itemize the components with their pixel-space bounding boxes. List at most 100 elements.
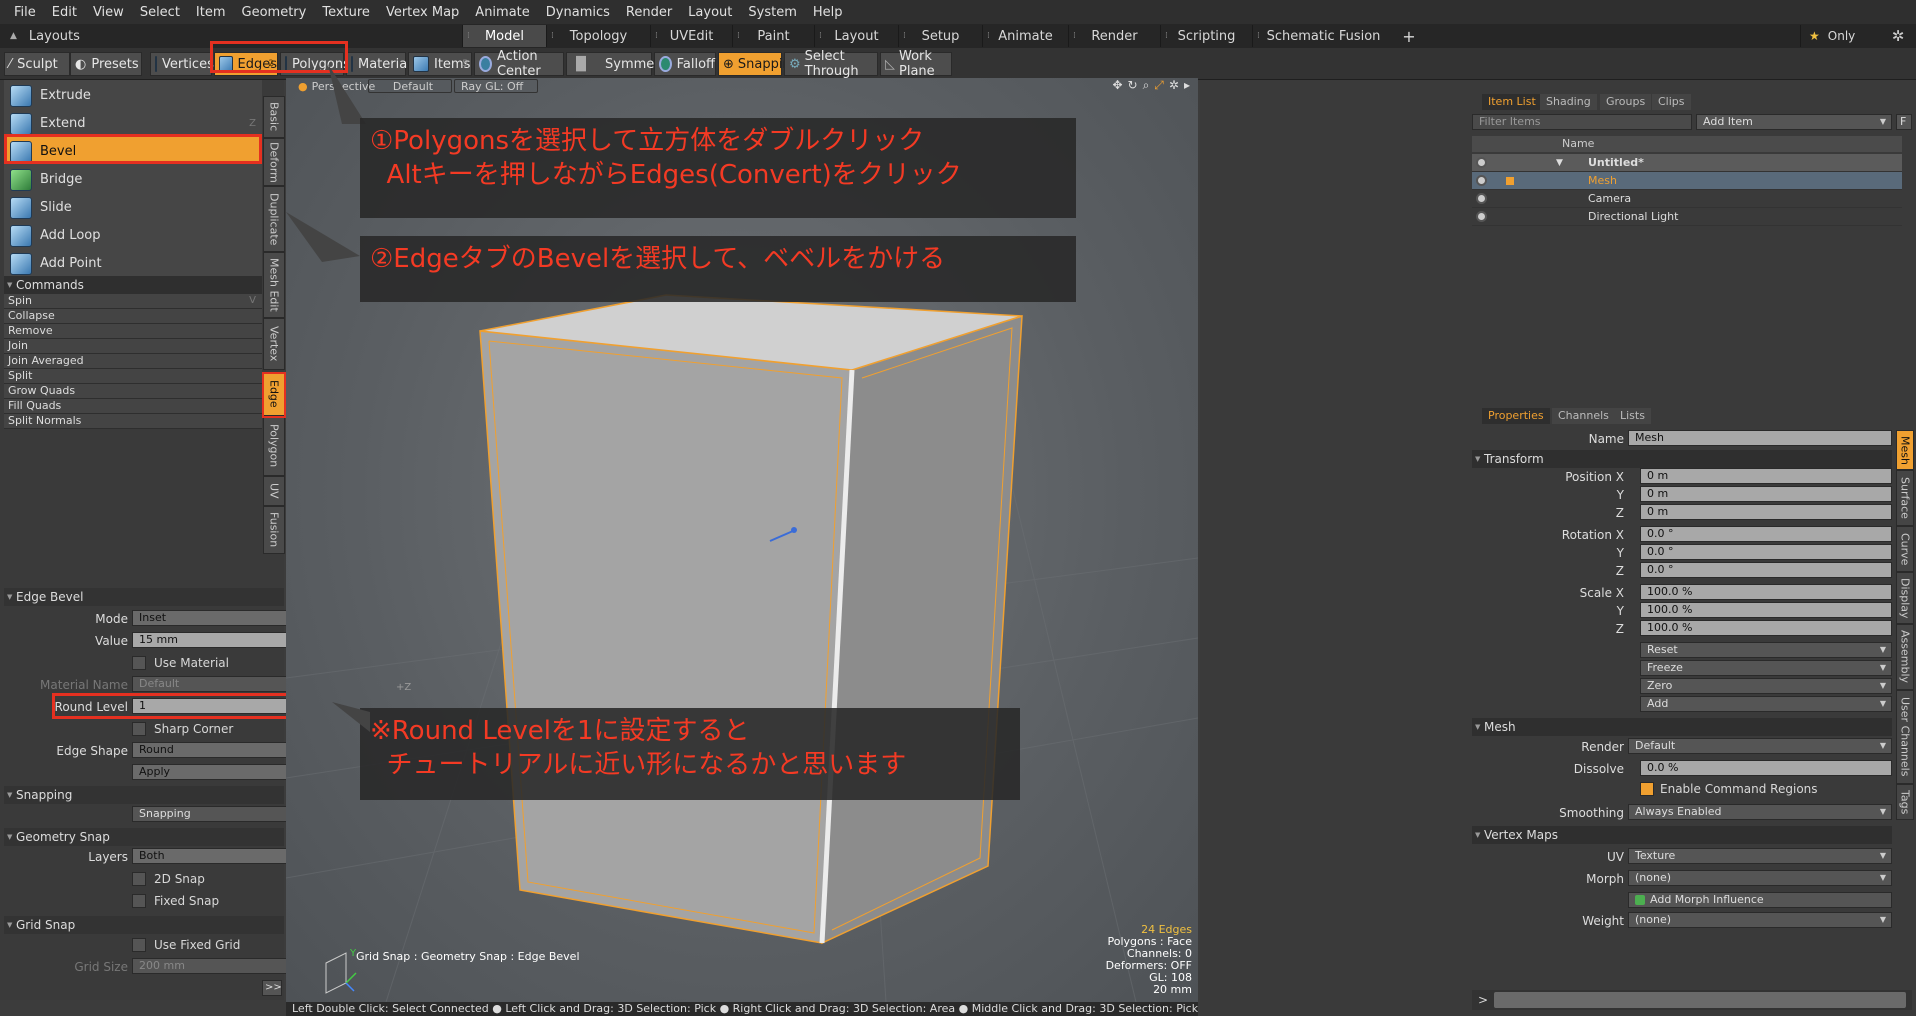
- menu-help[interactable]: Help: [805, 5, 851, 20]
- tab-animate[interactable]: ⁞ Animate: [982, 25, 1068, 47]
- menu-vertex-map[interactable]: Vertex Map: [378, 5, 467, 20]
- scale-x-field[interactable]: 100.0 %: [1640, 584, 1892, 600]
- filter-items-input[interactable]: Filter Items: [1472, 114, 1692, 130]
- raygl-toggle[interactable]: Ray GL: Off: [454, 79, 538, 93]
- 2d-snap-checkbox[interactable]: [132, 872, 146, 886]
- tab-layout[interactable]: ⁞ Layout: [814, 25, 898, 47]
- tab-shading[interactable]: Shading: [1540, 94, 1597, 110]
- position-z-field[interactable]: 0 m: [1640, 504, 1892, 520]
- mesh-section-header[interactable]: Mesh: [1472, 718, 1892, 736]
- position-y-field[interactable]: 0 m: [1640, 486, 1892, 502]
- sharp-corner-checkbox[interactable]: [132, 722, 146, 736]
- sculpt-button[interactable]: ⁄ Sculpt: [4, 52, 70, 76]
- falloff-button[interactable]: Falloff: [654, 52, 716, 76]
- grow-quads-command[interactable]: Grow Quads: [4, 384, 262, 399]
- tab-properties[interactable]: Properties: [1482, 408, 1550, 424]
- command-input[interactable]: [1494, 992, 1906, 1008]
- expand-panel-button[interactable]: >>: [262, 980, 282, 996]
- remove-command[interactable]: Remove: [4, 324, 262, 339]
- action-center-button[interactable]: Action Center: [474, 49, 564, 79]
- tab-paint[interactable]: ⁞ Paint: [732, 25, 814, 47]
- gear-icon[interactable]: ✲: [1880, 27, 1916, 45]
- eye-icon[interactable]: [1476, 157, 1487, 168]
- side-tab-surface[interactable]: Surface: [1896, 470, 1914, 526]
- menu-animate[interactable]: Animate: [467, 5, 537, 20]
- side-tab-tags[interactable]: Tags: [1896, 784, 1914, 820]
- tab-channels[interactable]: Channels: [1552, 408, 1615, 424]
- tab-model[interactable]: ⁞ Model: [462, 25, 546, 47]
- tree-name-column[interactable]: Name: [1562, 137, 1594, 150]
- menu-view[interactable]: View: [85, 5, 132, 20]
- side-tab-display[interactable]: Display: [1896, 572, 1914, 624]
- commands-section-header[interactable]: Commands: [4, 276, 262, 294]
- vtab-uv[interactable]: UV: [263, 476, 285, 506]
- menu-geometry[interactable]: Geometry: [234, 5, 315, 20]
- split-normals-command[interactable]: Split Normals: [4, 414, 262, 429]
- join-averaged-command[interactable]: Join Averaged: [4, 354, 262, 369]
- rotation-z-field[interactable]: 0.0 °: [1640, 562, 1892, 578]
- menu-render[interactable]: Render: [618, 5, 680, 20]
- expand-icon[interactable]: ▼: [1556, 154, 1563, 172]
- uv-dropdown[interactable]: Texture ▼: [1628, 848, 1892, 864]
- menu-file[interactable]: File: [6, 5, 44, 20]
- render-dropdown[interactable]: Default ▼: [1628, 738, 1892, 754]
- spin-command[interactable]: Spin V: [4, 294, 262, 309]
- rotation-y-field[interactable]: 0.0 °: [1640, 544, 1892, 560]
- tab-schematic-fusion[interactable]: ⁞ Schematic Fusion: [1252, 25, 1394, 47]
- tab-clips[interactable]: Clips: [1652, 94, 1691, 110]
- eye-icon[interactable]: [1476, 211, 1487, 222]
- fixed-snap-checkbox[interactable]: [132, 894, 146, 908]
- weight-dropdown[interactable]: (none) ▼: [1628, 912, 1892, 928]
- tab-lists[interactable]: Lists: [1614, 408, 1651, 424]
- add-item-dropdown[interactable]: Add Item ▼: [1696, 114, 1892, 130]
- grid-snap-section-header[interactable]: Grid Snap: [4, 916, 284, 934]
- dissolve-field[interactable]: 0.0 %: [1640, 760, 1892, 776]
- tree-item-mesh[interactable]: Mesh: [1472, 172, 1902, 190]
- menu-dynamics[interactable]: Dynamics: [538, 5, 618, 20]
- filter-toggle-button[interactable]: F: [1896, 114, 1912, 130]
- tab-render[interactable]: ⁞ Render: [1068, 25, 1160, 47]
- vertices-mode-button[interactable]: Vertices: [150, 52, 214, 76]
- menu-system[interactable]: System: [740, 5, 804, 20]
- eye-icon[interactable]: [1476, 193, 1487, 204]
- menu-edit[interactable]: Edit: [44, 5, 85, 20]
- tab-setup[interactable]: ⁞ Setup: [898, 25, 982, 47]
- split-command[interactable]: Split: [4, 369, 262, 384]
- snapping-toggle[interactable]: ⊕ Snapping: [718, 52, 799, 76]
- scale-y-field[interactable]: 100.0 %: [1640, 602, 1892, 618]
- tree-item-scene[interactable]: ▼ Untitled*: [1472, 154, 1902, 172]
- view-menu-icon[interactable]: ▸: [1184, 78, 1190, 93]
- join-command[interactable]: Join: [4, 339, 262, 354]
- work-plane-button[interactable]: ◺ Work Plane: [880, 49, 952, 79]
- view-settings-icon[interactable]: ✲: [1169, 78, 1179, 93]
- morph-dropdown[interactable]: (none) ▼: [1628, 870, 1892, 886]
- scale-z-field[interactable]: 100.0 %: [1640, 620, 1892, 636]
- geometry-snap-section-header[interactable]: Geometry Snap: [4, 828, 284, 846]
- add-dropdown[interactable]: Add ▼: [1640, 696, 1892, 712]
- zoom-view-icon[interactable]: ⌕: [1143, 78, 1150, 93]
- snapping-section-header[interactable]: Snapping: [4, 786, 284, 804]
- tab-item-list[interactable]: Item List: [1482, 94, 1542, 110]
- side-tab-assembly[interactable]: Assembly: [1896, 624, 1914, 690]
- position-x-field[interactable]: 0 m: [1640, 468, 1892, 484]
- smoothing-dropdown[interactable]: Always Enabled ▼: [1628, 804, 1892, 820]
- transform-section-header[interactable]: Transform: [1472, 450, 1892, 468]
- menu-select[interactable]: Select: [132, 5, 188, 20]
- rotation-x-field[interactable]: 0.0 °: [1640, 526, 1892, 542]
- fill-quads-command[interactable]: Fill Quads: [4, 399, 262, 414]
- side-tab-user-channels[interactable]: User Channels: [1896, 690, 1914, 784]
- add-layout-tab-button[interactable]: +: [1394, 27, 1424, 46]
- side-tab-curve[interactable]: Curve: [1896, 526, 1914, 572]
- presets-button[interactable]: ◐ Presets: [70, 52, 142, 76]
- edge-bevel-section-header[interactable]: Edge Bevel: [4, 588, 284, 606]
- menu-texture[interactable]: Texture: [314, 5, 378, 20]
- tree-item-camera[interactable]: Camera: [1472, 190, 1902, 208]
- eye-icon[interactable]: [1476, 175, 1487, 186]
- enable-command-regions-checkbox[interactable]: [1640, 782, 1654, 796]
- vtab-polygon[interactable]: Polygon: [263, 416, 285, 476]
- menu-layout[interactable]: Layout: [680, 5, 740, 20]
- collapse-command[interactable]: Collapse: [4, 309, 262, 324]
- add-morph-influence-button[interactable]: Add Morph Influence: [1628, 892, 1892, 908]
- reset-dropdown[interactable]: Reset ▼: [1640, 642, 1892, 658]
- zero-dropdown[interactable]: Zero ▼: [1640, 678, 1892, 694]
